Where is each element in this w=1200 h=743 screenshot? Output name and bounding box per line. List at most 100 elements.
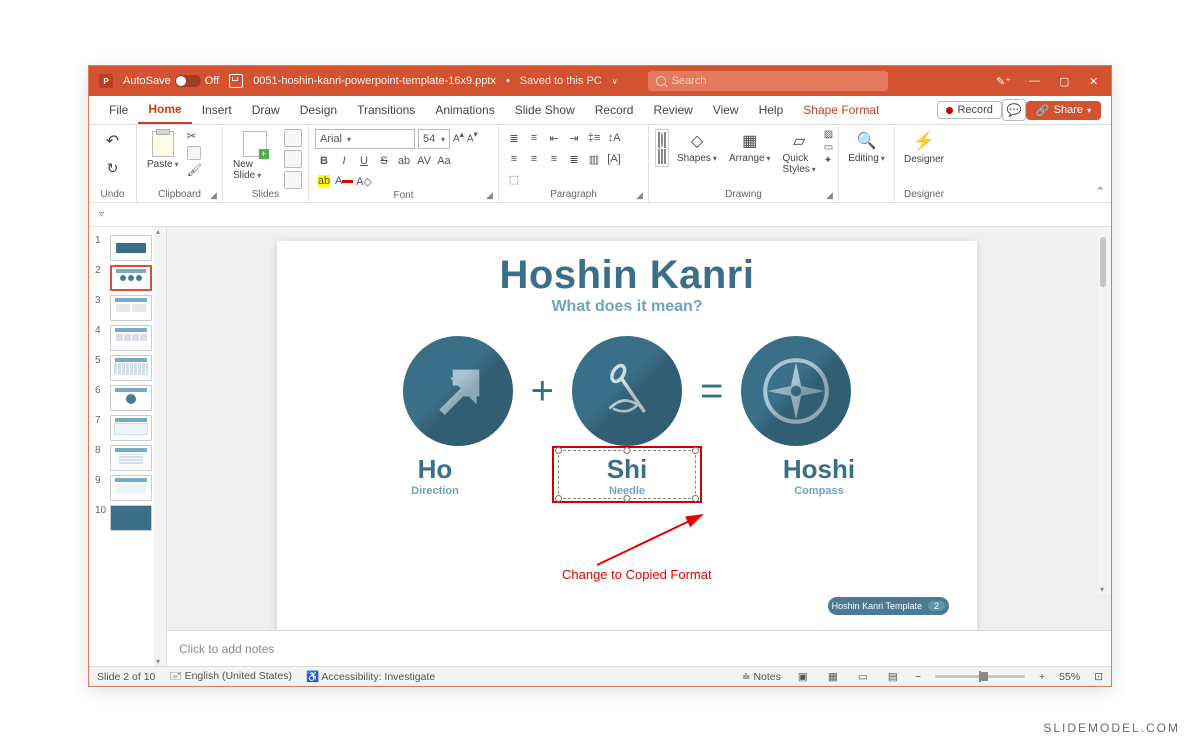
rotate-handle[interactable] — [621, 310, 633, 322]
canvas-vertical-scrollbar[interactable] — [1097, 227, 1111, 594]
slide-indicator[interactable]: Slide 2 of 10 — [97, 671, 155, 683]
bullets-button[interactable]: ≣ — [505, 129, 523, 147]
quickstyles-button[interactable]: ▱Quick Styles — [779, 129, 820, 177]
bold-button[interactable]: B — [315, 152, 333, 170]
cut-button[interactable]: ✂ — [187, 129, 202, 143]
label-hoshi[interactable]: Hoshi Compass — [754, 454, 884, 497]
strike-button[interactable]: S — [375, 152, 393, 170]
accessibility-indicator[interactable]: ♿ Accessibility: Investigate — [306, 670, 435, 683]
notes-toggle[interactable]: ≐ Notes — [742, 671, 781, 683]
tab-transitions[interactable]: Transitions — [347, 96, 425, 124]
zoom-in[interactable]: + — [1039, 671, 1045, 683]
zoom-out[interactable]: − — [915, 671, 921, 683]
tab-insert[interactable]: Insert — [192, 96, 242, 124]
paste-button[interactable]: Paste — [143, 129, 183, 172]
section-button[interactable] — [284, 171, 302, 189]
shape-outline[interactable]: ▭ — [824, 142, 833, 153]
search-box[interactable]: Search — [648, 71, 888, 91]
share-button[interactable]: 🔗 Share ▾ — [1026, 101, 1101, 120]
clipboard-launcher[interactable]: ◢ — [210, 190, 220, 200]
notes-pane[interactable]: Click to add notes — [167, 630, 1111, 666]
font-launcher[interactable]: ◢ — [486, 190, 496, 200]
minimize-button[interactable]: — — [1029, 75, 1041, 87]
line-spacing[interactable]: ‡≡ — [585, 129, 603, 147]
tab-record[interactable]: Record — [585, 96, 644, 124]
tab-animations[interactable]: Animations — [425, 96, 504, 124]
underline-button[interactable]: U — [355, 152, 373, 170]
resize-handle-tr[interactable] — [692, 447, 699, 454]
resize-handle-tc[interactable] — [624, 447, 631, 454]
align-right[interactable]: ≡ — [545, 150, 563, 168]
arrange-button[interactable]: ▦Arrange — [725, 129, 775, 166]
designer-button[interactable]: ⚡Designer — [901, 129, 947, 167]
text-direction[interactable]: ↕A — [605, 129, 623, 147]
tab-review[interactable]: Review — [643, 96, 702, 124]
tab-design[interactable]: Design — [290, 96, 347, 124]
shadow-button[interactable]: ab — [395, 152, 413, 170]
undo-button[interactable]: ↶ — [95, 129, 130, 153]
label-shi-selected[interactable]: Shi Needle — [562, 454, 692, 497]
shapes-gallery[interactable] — [655, 129, 669, 167]
tab-view[interactable]: View — [703, 96, 749, 124]
resize-handle-bl[interactable] — [555, 495, 562, 502]
copy-button[interactable] — [187, 146, 202, 160]
indent-right[interactable]: ⇥ — [565, 129, 583, 147]
slide-title[interactable]: Hoshin Kanri — [277, 253, 977, 298]
save-icon[interactable] — [229, 74, 243, 88]
view-sorter[interactable]: ▦ — [825, 670, 841, 684]
circle-ho[interactable] — [403, 336, 513, 446]
comments-button[interactable]: 💬 — [1002, 99, 1026, 121]
font-size-select[interactable]: 54 — [418, 129, 450, 149]
justify[interactable]: ≣ — [565, 150, 583, 168]
zoom-level[interactable]: 55% — [1059, 671, 1080, 683]
tab-slideshow[interactable]: Slide Show — [505, 96, 585, 124]
numbering-button[interactable]: ≡ — [525, 129, 543, 147]
resize-handle-tl[interactable] — [555, 447, 562, 454]
zoom-slider[interactable] — [935, 675, 1025, 678]
close-button[interactable]: ✕ — [1089, 75, 1101, 88]
shapes-button[interactable]: ◇Shapes — [673, 129, 721, 166]
fit-to-window[interactable]: ⊡ — [1094, 671, 1103, 683]
tab-help[interactable]: Help — [749, 96, 794, 124]
record-button[interactable]: Record — [937, 101, 1001, 119]
highlight-button[interactable]: ab — [315, 172, 333, 190]
view-slideshow[interactable]: ▤ — [885, 670, 901, 684]
spacing-button[interactable]: AV — [415, 152, 433, 170]
shape-effects[interactable]: ✦ — [824, 155, 833, 166]
resize-handle-bc[interactable] — [624, 495, 631, 502]
clear-format-button[interactable]: A◇ — [355, 172, 373, 190]
increase-font[interactable]: A▴ — [453, 129, 464, 149]
shape-fill[interactable]: ▨ — [824, 129, 833, 140]
slide-footer[interactable]: Hoshin Kanri Template 2 — [828, 597, 949, 615]
autosave-switch[interactable] — [175, 75, 201, 87]
indent-left[interactable]: ⇤ — [545, 129, 563, 147]
align-left[interactable]: ≡ — [505, 150, 523, 168]
drawing-launcher[interactable]: ◢ — [826, 190, 836, 200]
editing-button[interactable]: 🔍Editing — [845, 129, 888, 166]
save-status[interactable]: Saved to this PC — [520, 75, 602, 87]
paragraph-launcher[interactable]: ◢ — [636, 190, 646, 200]
circle-shi[interactable] — [572, 336, 682, 446]
label-ho[interactable]: Ho Direction — [370, 454, 500, 497]
ribbon-collapse[interactable]: ⌃ — [1096, 185, 1105, 198]
new-slide-button[interactable]: + New Slide — [229, 129, 280, 183]
align-text[interactable]: [A] — [605, 150, 623, 168]
align-center[interactable]: ≡ — [525, 150, 543, 168]
columns[interactable]: ▥ — [585, 150, 603, 168]
reset-button[interactable] — [284, 150, 302, 168]
circle-hoshi[interactable] — [741, 336, 851, 446]
view-reading[interactable]: ▭ — [855, 670, 871, 684]
italic-button[interactable]: I — [335, 152, 353, 170]
tab-draw[interactable]: Draw — [242, 96, 290, 124]
view-normal[interactable]: ▣ — [795, 670, 811, 684]
font-color-button[interactable]: A — [335, 172, 353, 190]
tab-file[interactable]: File — [99, 96, 138, 124]
case-button[interactable]: Aa — [435, 152, 453, 170]
file-name[interactable]: 0051-hoshin-kanri-powerpoint-template-16… — [253, 75, 496, 87]
layout-button[interactable] — [284, 129, 302, 147]
maximize-button[interactable]: ▢ — [1059, 75, 1071, 88]
resize-handle-br[interactable] — [692, 495, 699, 502]
autosave-toggle[interactable]: AutoSave Off — [123, 75, 219, 87]
format-painter-button[interactable]: 🖌 — [187, 163, 202, 177]
privacy-icon[interactable]: ✎⁺ — [996, 75, 1011, 88]
